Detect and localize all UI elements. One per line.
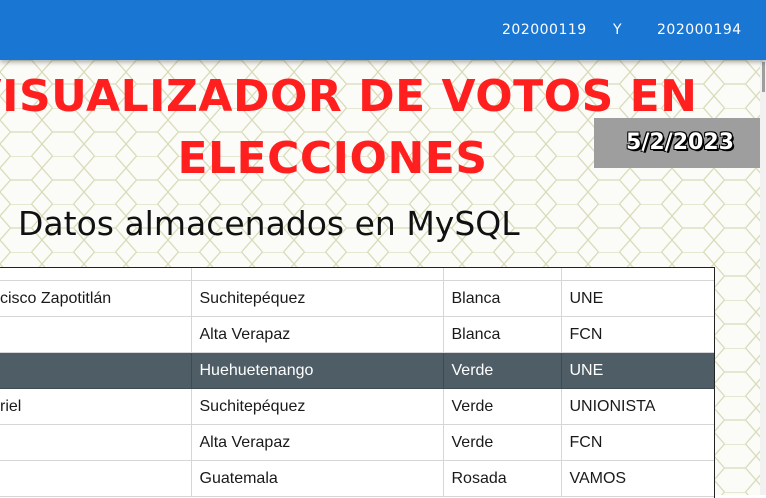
party-cell: FCN (561, 316, 714, 353)
party-cell: UNE (561, 352, 714, 389)
table-row[interactable]: Guatemala Rosada VAMOS (0, 460, 714, 497)
ballot-cell: Blanca (443, 280, 562, 317)
ballot-cell: Blanca (443, 316, 562, 353)
table-row[interactable]: Alta Verapaz Blanca FCN (0, 316, 714, 353)
top-navbar: 202000119 Y 202000194 (0, 0, 766, 60)
ballot-cell: Verde (443, 388, 562, 425)
table-row[interactable]: riel Suchitepéquez Verde UNIONISTA (0, 388, 714, 425)
municipality-cell (0, 424, 192, 461)
department-cell: Suchitepéquez (191, 280, 444, 317)
table-header-row (0, 268, 714, 281)
nav-link-and[interactable]: Y (613, 22, 622, 38)
ballot-cell: Verde (443, 352, 562, 389)
party-cell: UNIONISTA (561, 388, 714, 425)
department-cell: Suchitepéquez (191, 388, 444, 425)
table-header-cell (0, 268, 192, 281)
date-badge: 5/2/2023 (594, 118, 766, 168)
table-row[interactable]: Huehuetenango Verde UNE (0, 352, 714, 389)
party-cell: VAMOS (561, 460, 714, 497)
page-scrollbar[interactable] (760, 60, 766, 495)
party-cell: FCN (561, 424, 714, 461)
table-row[interactable]: Alta Verapaz Verde FCN (0, 424, 714, 461)
votes-table: cisco Zapotitlán Suchitepéquez Blanca UNE Al… (0, 267, 715, 498)
table-header-cell (561, 268, 714, 281)
party-cell: UNE (561, 280, 714, 317)
nav-link-student-1[interactable]: 202000119 (502, 22, 587, 38)
table-header-cell (443, 268, 562, 281)
municipality-cell (0, 316, 192, 353)
municipality-cell (0, 352, 192, 389)
ballot-cell: Rosada (443, 460, 562, 497)
department-cell: Alta Verapaz (191, 316, 444, 353)
department-cell: Alta Verapaz (191, 424, 444, 461)
municipality-cell (0, 460, 192, 497)
scrollbar-thumb[interactable] (762, 62, 765, 92)
department-cell: Guatemala (191, 460, 444, 497)
municipality-cell: cisco Zapotitlán (0, 280, 192, 317)
municipality-cell: riel (0, 388, 192, 425)
table-row[interactable]: cisco Zapotitlán Suchitepéquez Blanca UNE (0, 280, 714, 317)
ballot-cell: Verde (443, 424, 562, 461)
section-subtitle: Datos almacenados en MySQL (18, 204, 520, 243)
date-text: 5/2/2023 (626, 130, 734, 155)
table-header-cell (191, 268, 444, 281)
department-cell: Huehuetenango (191, 352, 444, 389)
nav-link-student-2[interactable]: 202000194 (657, 22, 742, 38)
